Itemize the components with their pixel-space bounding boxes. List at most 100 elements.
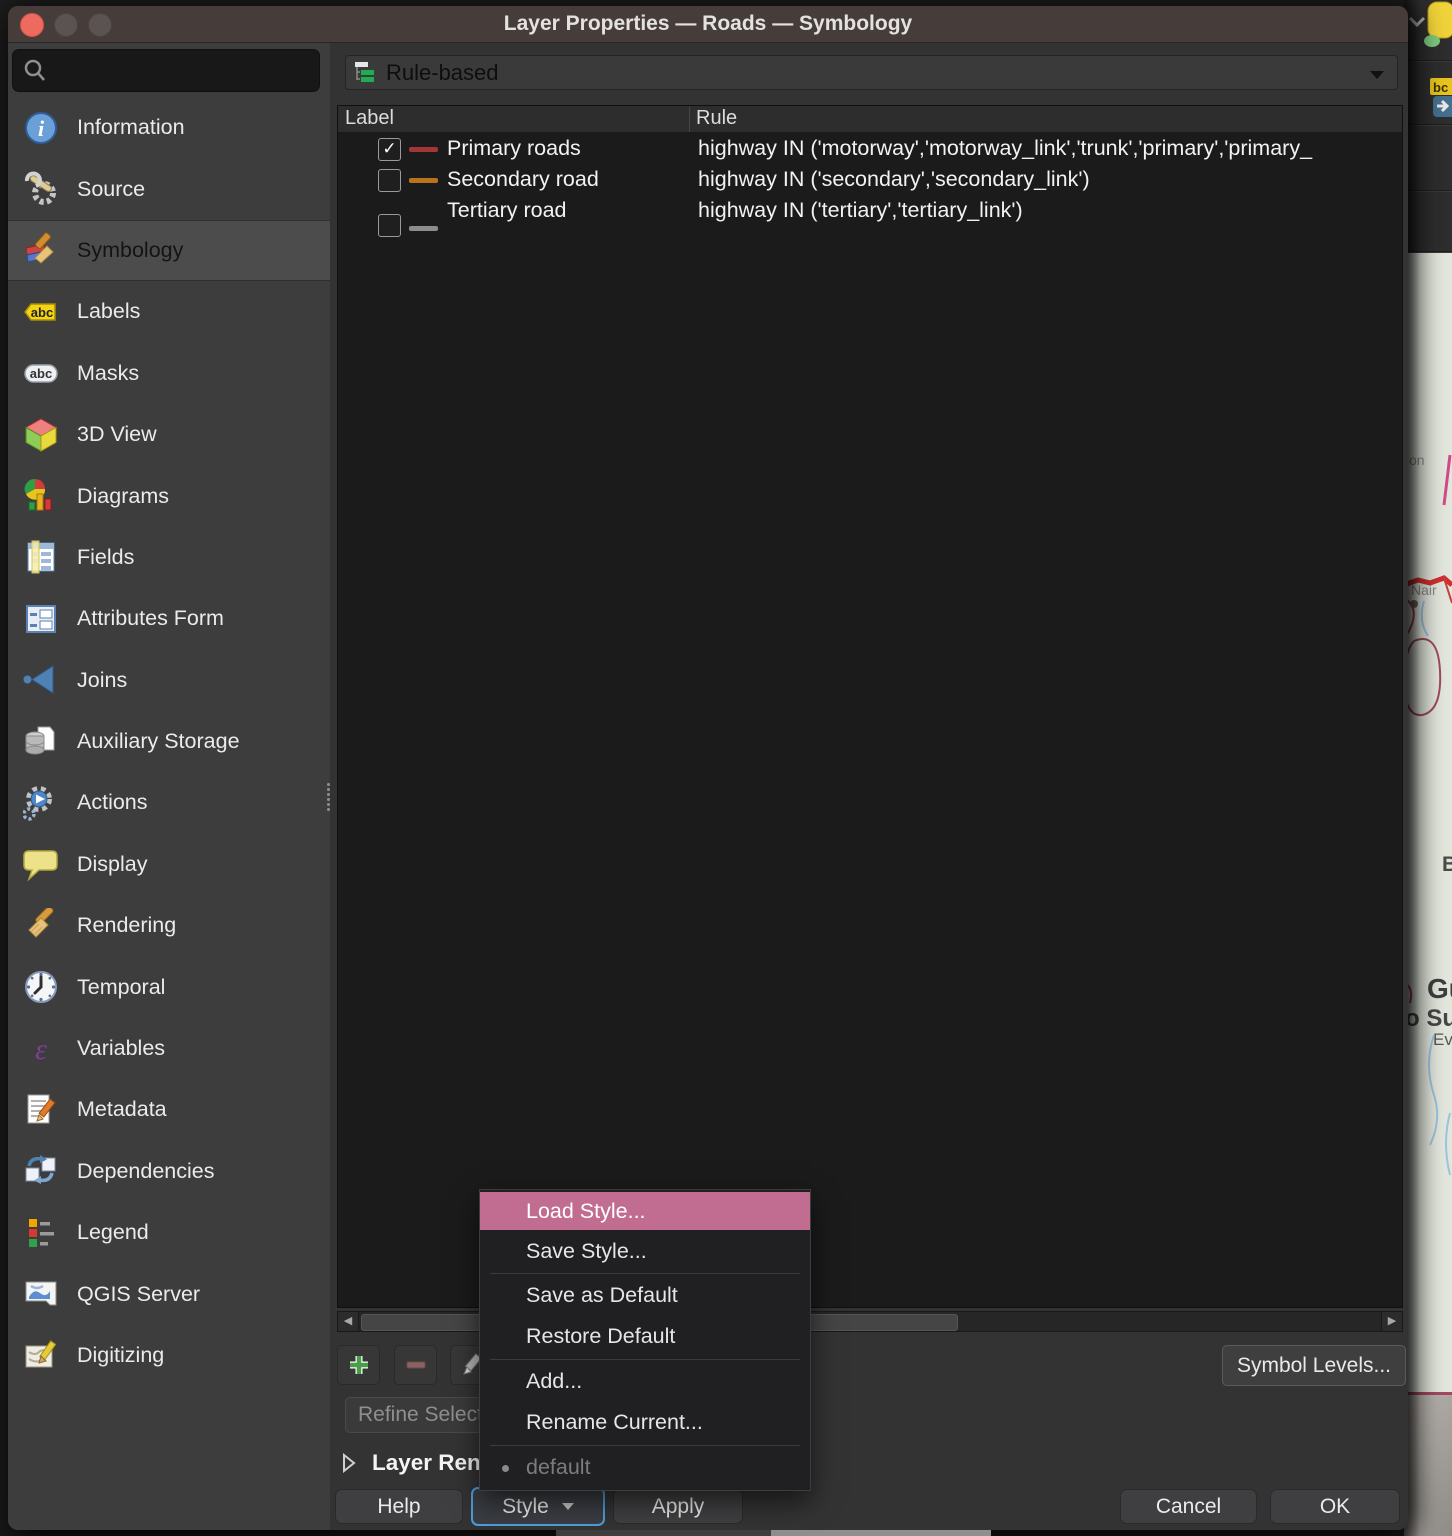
sidebar-item-label: Rendering — [77, 913, 176, 938]
sidebar-item-variables[interactable]: ε Variables — [8, 1018, 330, 1079]
search-input[interactable] — [53, 52, 312, 89]
abc-tag-icon: abc — [21, 293, 61, 331]
sidebar-item-temporal[interactable]: Temporal — [8, 956, 330, 1017]
cycle-arrows-icon — [21, 1152, 61, 1190]
database-page-icon — [21, 723, 61, 761]
sidebar-item-label: Display — [77, 852, 148, 877]
rule-row-tertiary[interactable]: Tertiary road highway IN ('tertiary','te… — [338, 196, 1402, 244]
rule-row-primary[interactable]: ✓ Primary roads highway IN ('motorway','… — [338, 134, 1402, 165]
cancel-button[interactable]: Cancel — [1120, 1489, 1257, 1524]
abc-cloud-icon: abc — [21, 354, 61, 392]
sidebar-item-3d-view[interactable]: 3D View — [8, 404, 330, 465]
info-icon: i — [21, 109, 61, 147]
sidebar-item-digitizing[interactable]: Digitizing — [8, 1325, 330, 1386]
sidebar-item-masks[interactable]: abc Masks — [8, 343, 330, 404]
minus-icon — [403, 1352, 429, 1378]
menu-item-rename-current[interactable]: Rename Current... — [480, 1403, 810, 1441]
window-title: Layer Properties — Roads — Symbology — [8, 6, 1408, 42]
sidebar-item-label: Dependencies — [77, 1159, 214, 1184]
sidebar-item-qgis-server[interactable]: QGIS Server — [8, 1263, 330, 1324]
sidebar-item-label: Temporal — [77, 975, 165, 1000]
menu-item-save-as-default[interactable]: Save as Default — [480, 1276, 810, 1314]
sidebar-item-label: Variables — [77, 1036, 165, 1061]
rule-row-secondary[interactable]: Secondary road highway IN ('secondary','… — [338, 165, 1402, 196]
map-tips-icon-dot — [1424, 35, 1440, 47]
rule-checkbox[interactable] — [378, 169, 401, 192]
check-icon: ✓ — [382, 139, 396, 158]
sidebar-item-joins[interactable]: Joins — [8, 650, 330, 711]
cube-3d-icon — [21, 416, 61, 454]
column-header-label: Label — [345, 107, 394, 130]
menu-item-restore-default[interactable]: Restore Default — [480, 1317, 810, 1355]
renderer-type-select[interactable]: Rule-based — [345, 55, 1398, 90]
symbol-levels-button[interactable]: Symbol Levels... — [1222, 1345, 1406, 1386]
sidebar-item-dependencies[interactable]: Dependencies — [8, 1141, 330, 1202]
chevron-down-icon — [562, 1503, 574, 1510]
add-rule-button[interactable] — [337, 1345, 380, 1385]
sidebar-item-metadata[interactable]: Metadata — [8, 1079, 330, 1140]
rule-line-swatch — [409, 226, 438, 231]
menu-item-save-style[interactable]: Save Style... — [480, 1232, 810, 1270]
rule-label: Primary roads — [447, 136, 581, 161]
sidebar-item-information[interactable]: i Information — [8, 97, 330, 158]
rule-checkbox[interactable]: ✓ — [378, 138, 401, 161]
chevron-down-icon — [1370, 71, 1384, 79]
sidebar-item-label: QGIS Server — [77, 1282, 200, 1307]
sidebar-item-label: Diagrams — [77, 484, 169, 509]
properties-sidebar: i Information Source Symbology abc Label… — [8, 43, 330, 1530]
sidebar-item-fields[interactable]: Fields — [8, 527, 330, 588]
sidebar-search[interactable] — [12, 49, 320, 92]
join-arrow-icon — [21, 661, 61, 699]
expand-triangle-icon — [341, 1453, 357, 1473]
sidebar-list: i Information Source Symbology abc Label… — [8, 97, 330, 1386]
apply-button[interactable]: Apply — [613, 1489, 743, 1524]
sidebar-item-label: Attributes Form — [77, 606, 224, 631]
sidebar-item-label: Source — [77, 177, 145, 202]
sidebar-item-symbology[interactable]: Symbology — [8, 220, 330, 281]
menu-item-add[interactable]: Add... — [480, 1362, 810, 1400]
scroll-left-arrow[interactable]: ◀ — [338, 1312, 359, 1331]
document-pencil-icon — [21, 1091, 61, 1129]
scroll-right-arrow[interactable]: ▶ — [1381, 1312, 1402, 1331]
help-button[interactable]: Help — [335, 1489, 463, 1524]
table-fields-icon — [21, 538, 61, 576]
rule-expression: highway IN ('secondary','secondary_link'… — [698, 167, 1402, 192]
rule-checkbox[interactable] — [378, 214, 401, 237]
radio-dot-icon — [502, 1465, 509, 1472]
sidebar-item-label: Legend — [77, 1220, 149, 1245]
sidebar-item-rendering[interactable]: Rendering — [8, 895, 330, 956]
sidebar-item-legend[interactable]: Legend — [8, 1202, 330, 1263]
background-fragment — [556, 1530, 771, 1536]
search-icon — [24, 59, 46, 83]
map-tips-icon[interactable] — [1428, 2, 1452, 38]
sidebar-item-label: Information — [77, 115, 185, 140]
splitter-handle[interactable] — [326, 781, 330, 811]
sidebar-item-auxiliary-storage[interactable]: Auxiliary Storage — [8, 711, 330, 772]
renderer-type-value: Rule-based — [386, 60, 499, 86]
sidebar-item-label: 3D View — [77, 422, 157, 447]
titlebar[interactable]: Layer Properties — Roads — Symbology — [8, 6, 1408, 43]
brush-icon — [21, 907, 61, 945]
remove-rule-button[interactable] — [394, 1345, 437, 1385]
ok-button[interactable]: OK — [1270, 1489, 1400, 1524]
rule-expression: highway IN ('tertiary','tertiary_link') — [698, 198, 1402, 223]
svg-text:abc: abc — [30, 366, 52, 381]
layer-rendering-label: Layer Ren — [372, 1450, 481, 1476]
sidebar-item-attributes-form[interactable]: Attributes Form — [8, 588, 330, 649]
form-icon — [21, 600, 61, 638]
style-button[interactable]: Style — [471, 1487, 605, 1526]
sidebar-item-source[interactable]: Source — [8, 158, 330, 219]
menu-item-default[interactable]: default — [480, 1448, 810, 1486]
sidebar-item-labels[interactable]: abc Labels — [8, 281, 330, 342]
sidebar-item-actions[interactable]: Actions — [8, 772, 330, 833]
column-header-rule: Rule — [696, 107, 737, 130]
pie-chart-icon — [21, 477, 61, 515]
rules-table[interactable]: Label Rule ✓ Primary roads highway IN ('… — [337, 105, 1403, 1308]
sidebar-item-label: Metadata — [77, 1097, 167, 1122]
layer-rendering-section[interactable]: Layer Ren — [341, 1448, 481, 1478]
svg-text:ε: ε — [35, 1033, 47, 1066]
sidebar-item-diagrams[interactable]: Diagrams — [8, 465, 330, 526]
legend-list-icon — [21, 1214, 61, 1252]
menu-item-load-style[interactable]: Load Style... — [480, 1192, 810, 1230]
sidebar-item-display[interactable]: Display — [8, 834, 330, 895]
